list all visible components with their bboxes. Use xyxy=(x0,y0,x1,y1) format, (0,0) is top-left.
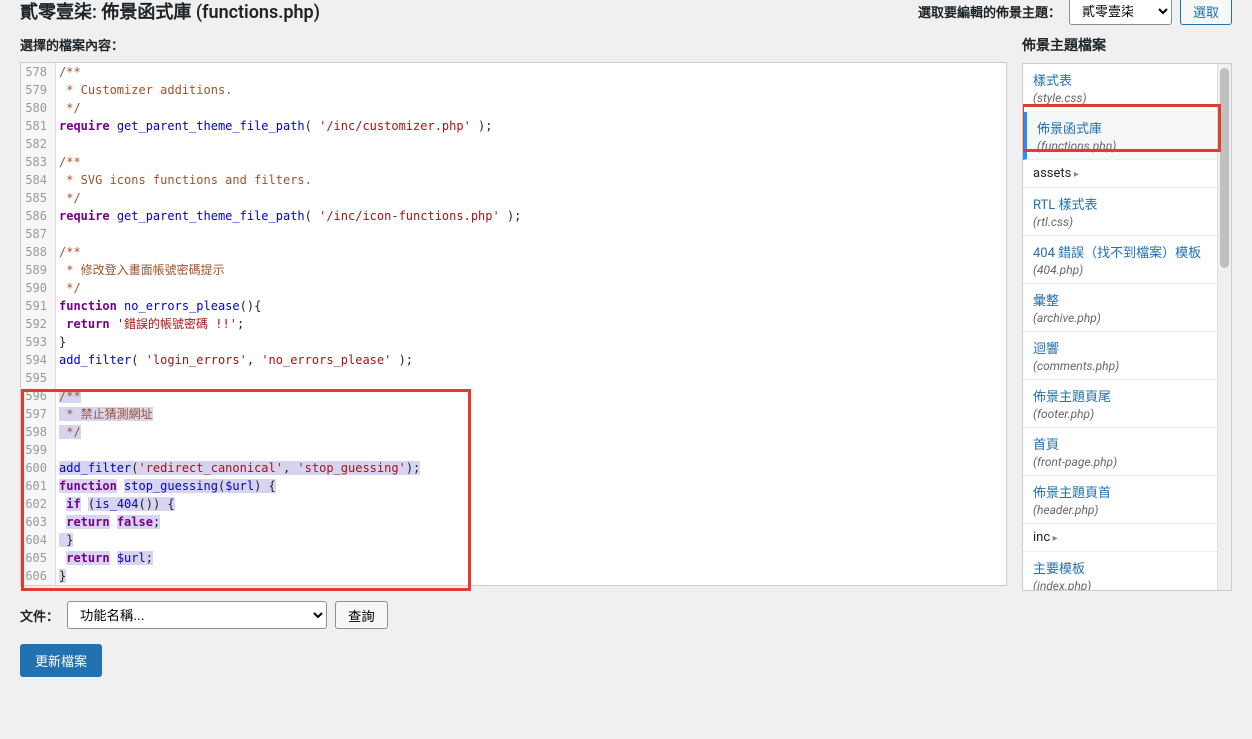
code-line[interactable]: 595 xyxy=(21,369,1006,387)
code-line[interactable]: 581require get_parent_theme_file_path( '… xyxy=(21,117,1006,135)
code-line[interactable]: 593} xyxy=(21,333,1006,351)
file-item[interactable]: assets xyxy=(1023,160,1231,188)
code-line[interactable]: 584 * SVG icons functions and filters. xyxy=(21,171,1006,189)
code-line[interactable]: 588/** xyxy=(21,243,1006,261)
code-line[interactable]: 603 return false; xyxy=(21,513,1006,531)
code-line[interactable]: 594add_filter( 'login_errors', 'no_error… xyxy=(21,351,1006,369)
file-item[interactable]: 彙整(archive.php) xyxy=(1023,284,1231,332)
file-item[interactable]: RTL 樣式表(rtl.css) xyxy=(1023,188,1231,236)
file-item[interactable]: 迴響(comments.php) xyxy=(1023,332,1231,380)
file-item[interactable]: 佈景主題頁首(header.php) xyxy=(1023,476,1231,524)
code-line[interactable]: 596/** xyxy=(21,387,1006,405)
code-line[interactable]: 602 if (is_404()) { xyxy=(21,495,1006,513)
file-list: 樣式表(style.css)佈景函式庫(functions.php)assets… xyxy=(1022,63,1232,591)
code-line[interactable]: 586require get_parent_theme_file_path( '… xyxy=(21,207,1006,225)
code-line[interactable]: 587 xyxy=(21,225,1006,243)
code-line[interactable]: 583/** xyxy=(21,153,1006,171)
code-line[interactable]: 589 * 修改登入畫面帳號密碼提示 xyxy=(21,261,1006,279)
file-item[interactable]: 主要模板(index.php) xyxy=(1023,552,1231,591)
scrollbar[interactable] xyxy=(1217,64,1231,590)
function-name-select[interactable]: 功能名稱... xyxy=(67,601,327,629)
code-line[interactable]: 585 */ xyxy=(21,189,1006,207)
code-line[interactable]: 598 */ xyxy=(21,423,1006,441)
select-theme-button[interactable]: 選取 xyxy=(1180,0,1232,25)
update-file-button[interactable]: 更新檔案 xyxy=(20,644,102,677)
code-line[interactable]: 599 xyxy=(21,441,1006,459)
sidebar-title: 佈景主題檔案 xyxy=(1022,35,1232,55)
documentation-label: 文件： xyxy=(20,606,59,625)
file-item[interactable]: inc xyxy=(1023,524,1231,552)
code-line[interactable]: 600add_filter('redirect_canonical', 'sto… xyxy=(21,459,1006,477)
code-line[interactable]: 578/** xyxy=(21,63,1006,81)
code-line[interactable]: 580 */ xyxy=(21,99,1006,117)
code-line[interactable]: 604 } xyxy=(21,531,1006,549)
code-line[interactable]: 592 return '錯誤的帳號密碼 !!'; xyxy=(21,315,1006,333)
code-editor[interactable]: 578/**579 * Customizer additions.580 */5… xyxy=(20,62,1007,586)
code-line[interactable]: 605 return $url; xyxy=(21,549,1006,567)
lookup-button[interactable]: 查詢 xyxy=(335,601,388,629)
file-item[interactable]: 佈景函式庫(functions.php) xyxy=(1023,112,1231,160)
code-line[interactable]: 591function no_errors_please(){ xyxy=(21,297,1006,315)
code-line[interactable]: 601function stop_guessing($url) { xyxy=(21,477,1006,495)
code-line[interactable]: 590 */ xyxy=(21,279,1006,297)
theme-selector-label: 選取要編輯的佈景主題： xyxy=(918,2,1061,21)
code-line[interactable]: 582 xyxy=(21,135,1006,153)
code-line[interactable]: 606} xyxy=(21,567,1006,585)
theme-file-heading: 貳零壹柒: 佈景函式庫 (functions.php) xyxy=(20,0,320,24)
code-line[interactable]: 597 * 禁止猜測網址 xyxy=(21,405,1006,423)
file-item[interactable]: 佈景主題頁尾(footer.php) xyxy=(1023,380,1231,428)
content-subtitle: 選擇的檔案內容： xyxy=(20,35,1007,54)
file-item[interactable]: 樣式表(style.css) xyxy=(1023,64,1231,112)
file-item[interactable]: 首頁(front-page.php) xyxy=(1023,428,1231,476)
theme-select[interactable]: 貳零壹柒 xyxy=(1069,0,1172,25)
code-line[interactable]: 579 * Customizer additions. xyxy=(21,81,1006,99)
file-item[interactable]: 404 錯誤（找不到檔案）模板(404.php) xyxy=(1023,236,1231,284)
